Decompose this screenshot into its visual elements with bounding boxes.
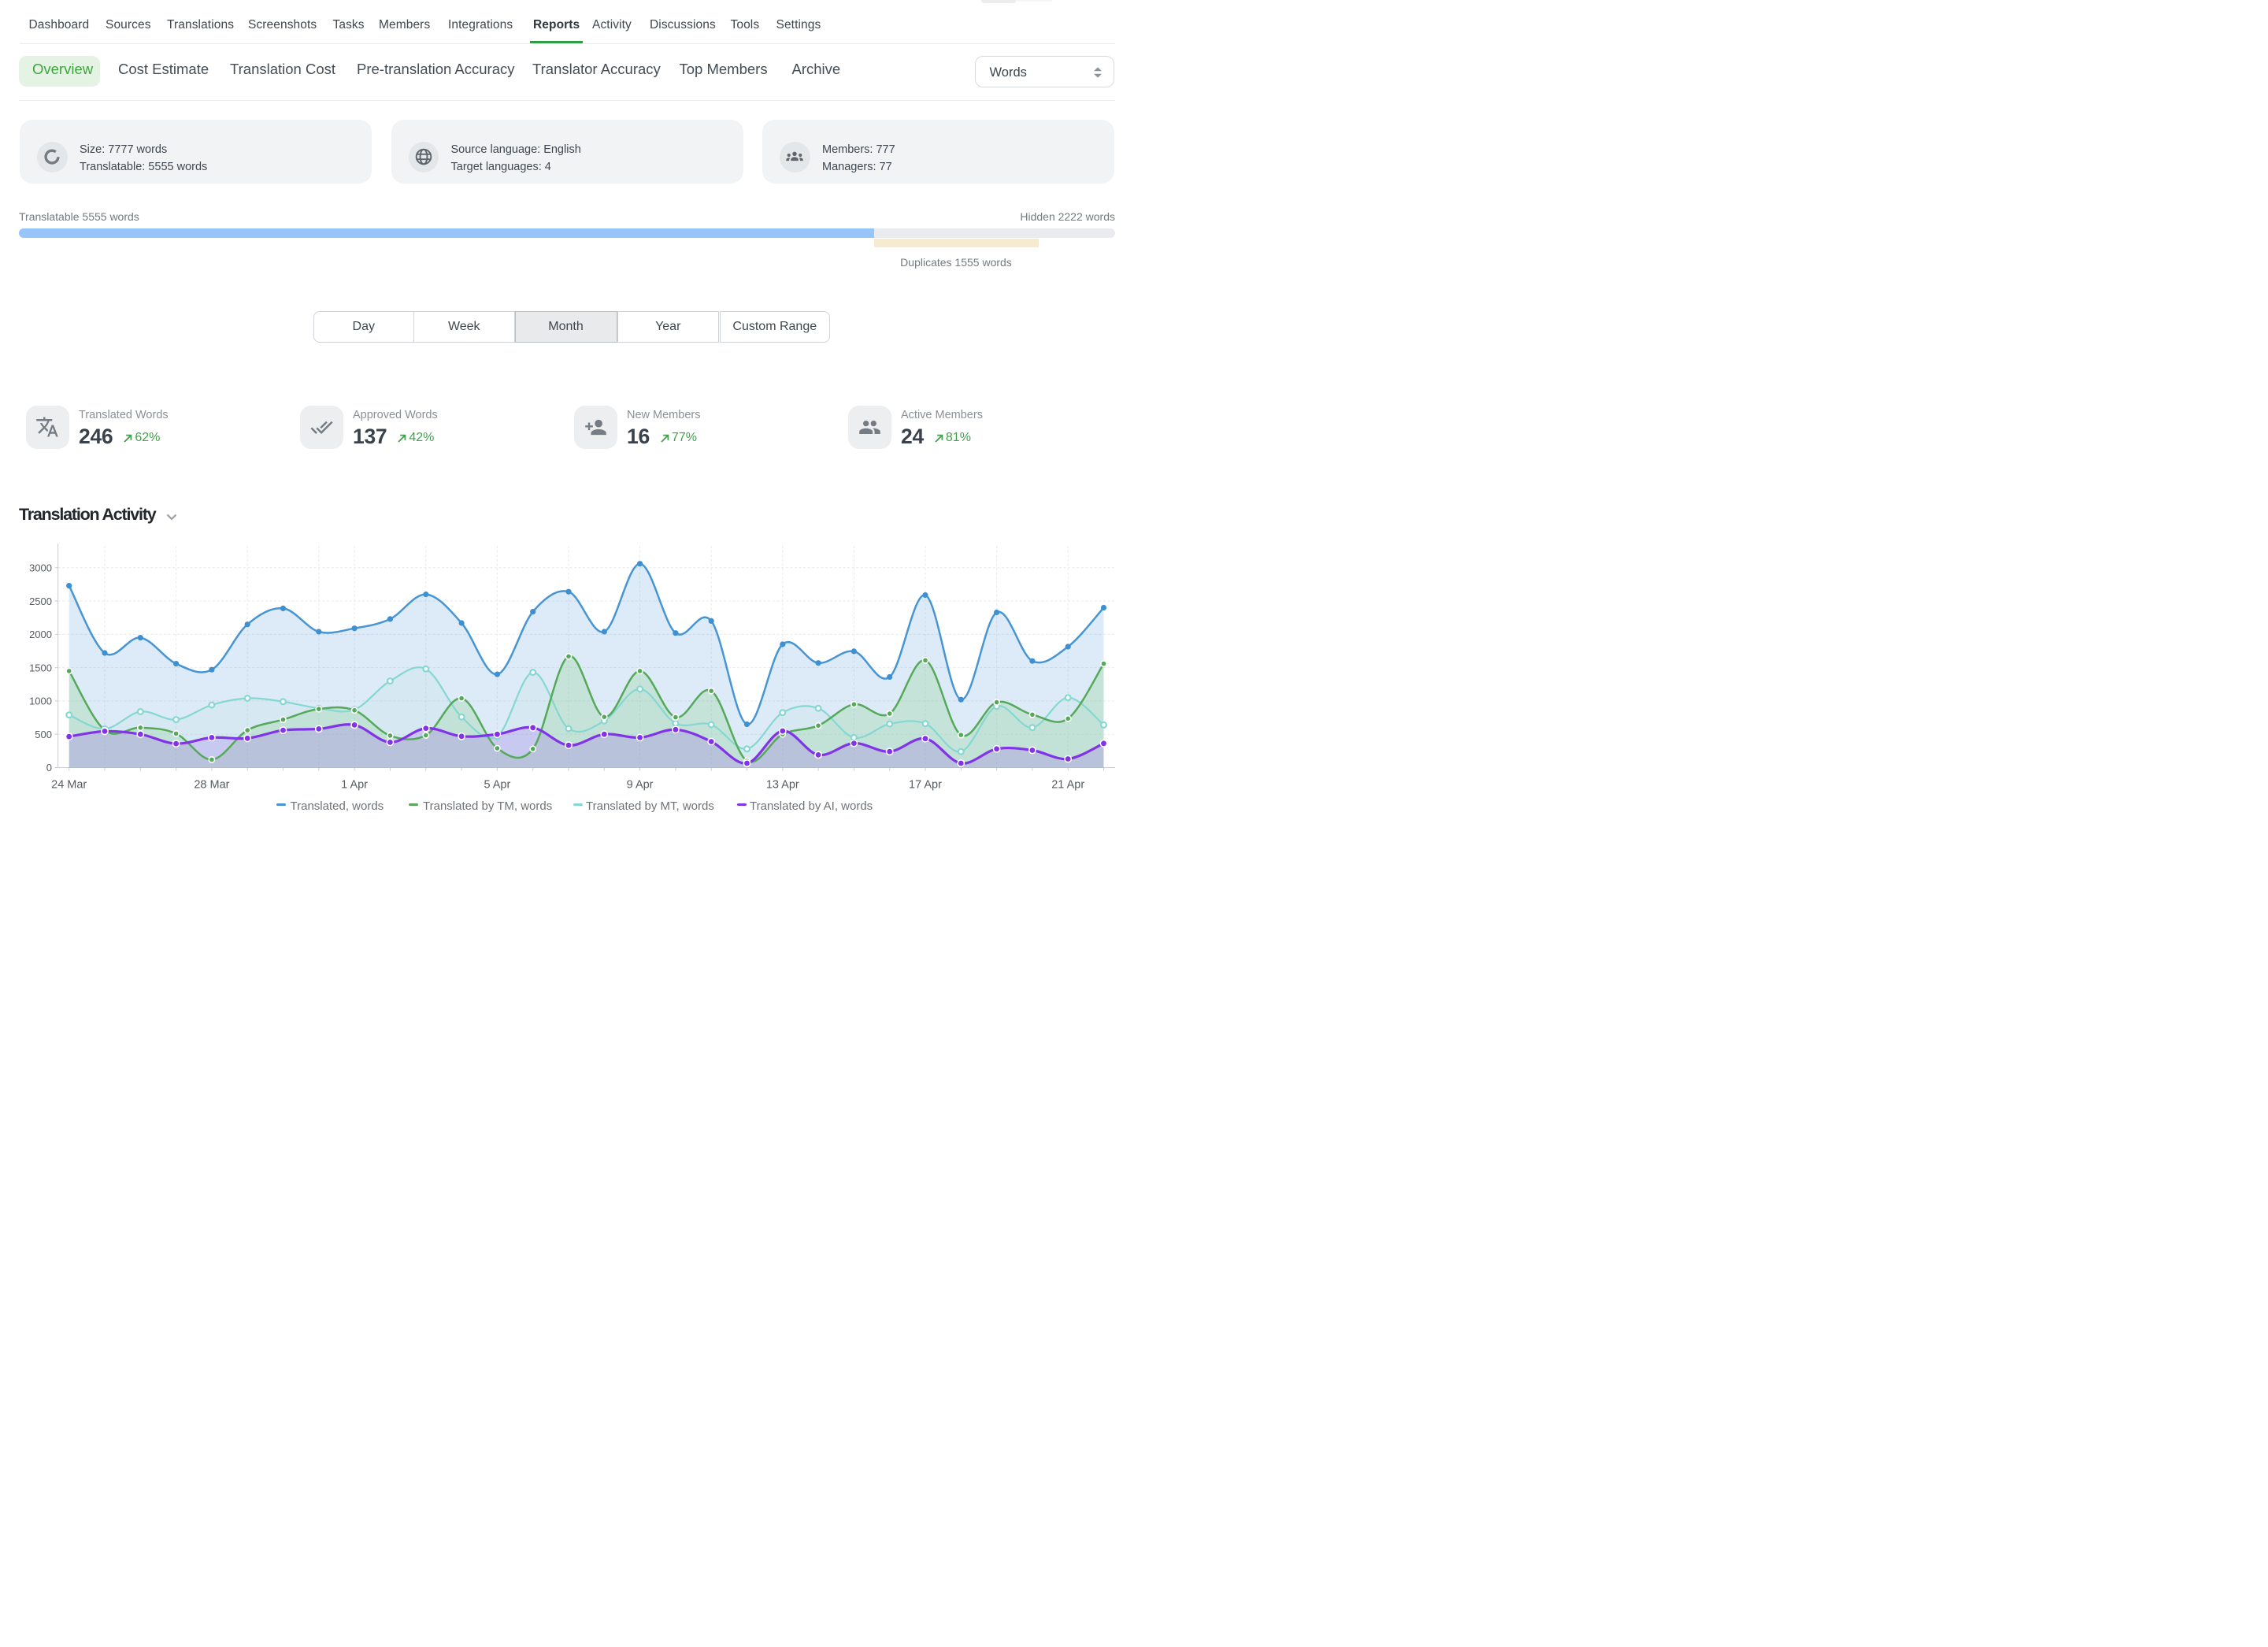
svg-text:24 Mar: 24 Mar [51, 779, 87, 792]
svg-text:28 Mar: 28 Mar [194, 779, 229, 792]
svg-text:3000: 3000 [29, 562, 52, 574]
svg-text:5 Apr: 5 Apr [484, 779, 510, 792]
svg-text:1 Apr: 1 Apr [341, 779, 368, 792]
svg-text:0: 0 [46, 762, 52, 773]
svg-text:9 Apr: 9 Apr [627, 779, 654, 792]
svg-text:2000: 2000 [29, 629, 52, 640]
svg-text:500: 500 [35, 729, 52, 740]
svg-text:21 Apr: 21 Apr [1051, 779, 1084, 792]
svg-text:1000: 1000 [29, 696, 52, 707]
svg-text:2500: 2500 [29, 595, 52, 607]
svg-text:17 Apr: 17 Apr [909, 779, 942, 792]
svg-text:13 Apr: 13 Apr [766, 779, 799, 792]
svg-text:1500: 1500 [29, 662, 52, 673]
